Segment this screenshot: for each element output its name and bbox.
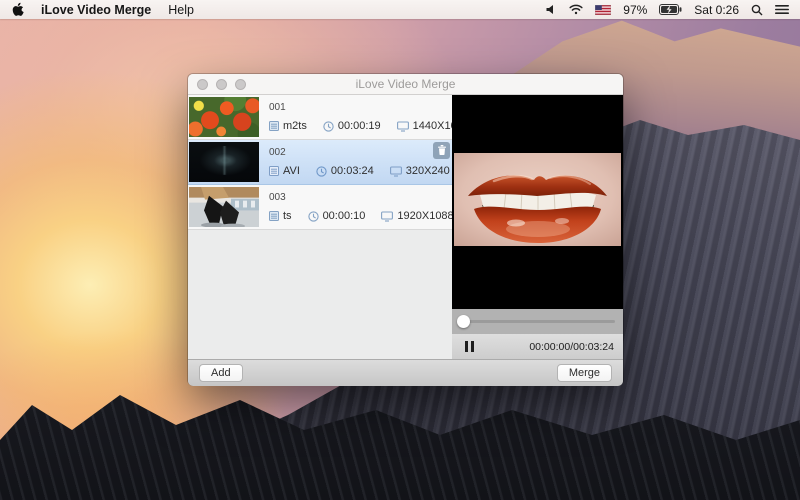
seek-bar[interactable]	[452, 309, 623, 334]
clip-format: ts	[283, 210, 292, 222]
merge-button[interactable]: Merge	[556, 364, 612, 382]
window-title: iLove Video Merge	[355, 77, 456, 91]
clip-name: 003	[269, 192, 286, 203]
clock-icon	[323, 120, 334, 132]
clip-duration: 00:00:10	[322, 210, 366, 222]
menu-bar: iLove Video Merge Help 97% Sat 0:26	[0, 0, 800, 19]
minimize-button[interactable]	[216, 78, 227, 90]
player-controls: 00:00:00/00:03:24	[452, 334, 623, 359]
display-icon	[381, 210, 394, 222]
volume-icon[interactable]	[546, 4, 557, 15]
video-frame-lips	[454, 153, 621, 246]
file-format-icon	[269, 211, 279, 221]
battery-charging-icon[interactable]	[659, 4, 682, 15]
clip-row-001[interactable]: 001 m2ts 00:00:19 1440X1	[188, 95, 452, 140]
clip-name: 001	[269, 102, 286, 113]
clip-list-empty-area	[188, 230, 452, 359]
apple-icon	[11, 2, 24, 17]
app-menu[interactable]: iLove Video Merge	[41, 3, 151, 17]
clip-format: AVI	[283, 165, 300, 177]
clip-thumbnail-dark	[189, 142, 259, 182]
pause-button[interactable]	[465, 334, 474, 359]
zoom-button[interactable]	[235, 78, 246, 90]
clip-name: 002	[269, 147, 286, 158]
clip-thumbnail-boots	[189, 187, 259, 227]
traffic-lights	[197, 74, 246, 94]
apple-menu[interactable]	[11, 2, 24, 17]
pause-icon	[471, 341, 474, 352]
clip-resolution: 320X240	[405, 165, 450, 177]
clip-row-003[interactable]: 003 ts 00:00:10 1920X1088	[188, 185, 452, 230]
wifi-icon[interactable]	[569, 4, 583, 15]
seek-thumb[interactable]	[457, 315, 470, 328]
clip-format: m2ts	[283, 120, 307, 132]
add-button[interactable]: Add	[199, 364, 243, 382]
clock-icon	[307, 210, 319, 222]
clock-icon	[316, 165, 327, 177]
menu-clock[interactable]: Sat 0:26	[694, 3, 739, 17]
clip-resolution: 1440X1080	[412, 120, 452, 132]
clip-thumbnail-flowers	[189, 97, 259, 137]
clip-list: 001 m2ts 00:00:19 1440X1 002 AVI 00:03:2…	[188, 95, 452, 359]
video-preview	[452, 95, 623, 309]
help-menu[interactable]: Help	[168, 3, 194, 17]
desktop: iLove Video Merge Help 97% Sat 0:26 iLov…	[0, 0, 800, 500]
search-icon[interactable]	[751, 4, 763, 16]
pause-icon	[465, 341, 468, 352]
window-titlebar[interactable]: iLove Video Merge	[188, 74, 623, 95]
time-display: 00:00:00/00:03:24	[529, 340, 614, 353]
input-source-flag-icon[interactable]	[595, 4, 612, 15]
preview-panel: 00:00:00/00:03:24	[452, 95, 623, 359]
battery-percent: 97%	[623, 2, 648, 17]
clip-duration: 00:00:19	[337, 120, 381, 132]
close-button[interactable]	[197, 78, 208, 90]
display-icon	[396, 120, 409, 132]
notification-center-icon[interactable]	[775, 4, 789, 15]
clip-row-002-selected[interactable]: 002 AVI 00:03:24 320X240	[188, 140, 452, 185]
trash-icon	[437, 142, 447, 160]
file-format-icon	[269, 166, 279, 176]
delete-clip-button[interactable]	[433, 142, 450, 159]
clip-resolution: 1920X1088	[397, 210, 452, 222]
file-format-icon	[269, 121, 279, 131]
clip-duration: 00:03:24	[330, 165, 374, 177]
seek-track[interactable]	[460, 320, 615, 323]
display-icon	[389, 165, 402, 177]
bottom-toolbar: Add Merge	[188, 359, 623, 386]
app-window: iLove Video Merge 001 m2ts 00:00:19 1440…	[188, 74, 623, 386]
